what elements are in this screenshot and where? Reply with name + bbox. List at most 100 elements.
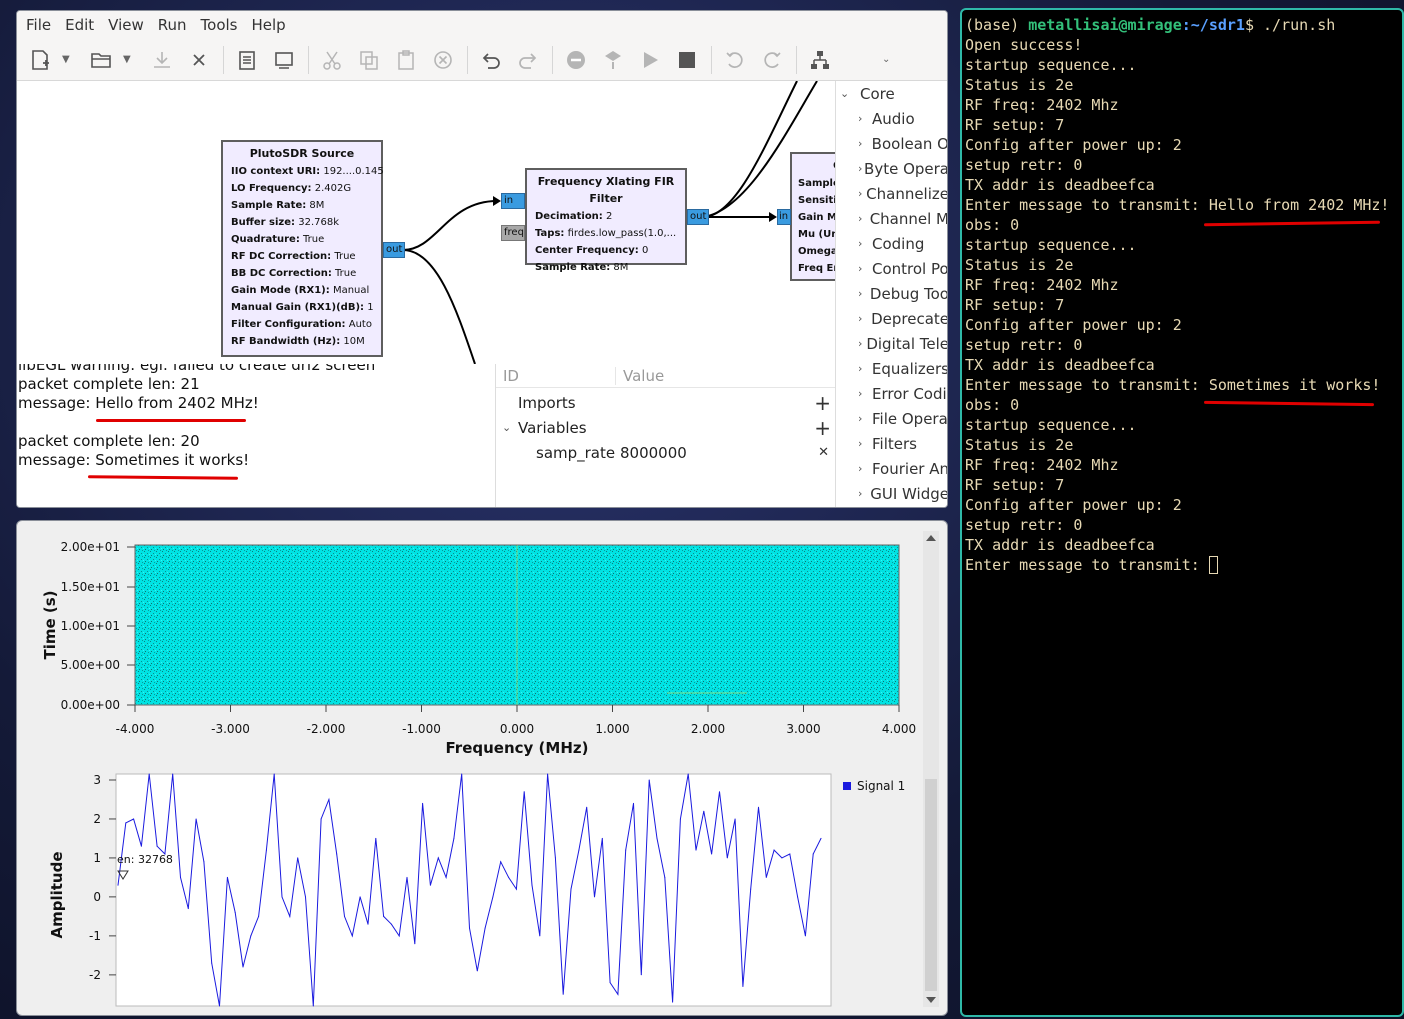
imports-row[interactable]: Imports + — [496, 390, 835, 415]
signal-1-point — [187, 908, 189, 910]
tree-item-category[interactable]: › Debug Too — [836, 281, 947, 306]
menu-tools[interactable]: Tools — [194, 16, 245, 34]
bypass-icon[interactable] — [598, 45, 628, 75]
terminal-cursor[interactable] — [1208, 556, 1218, 574]
terminal-line-text: Enter message to transmit: Hello from 24… — [965, 196, 1390, 214]
tree-item-category[interactable]: › Audio — [836, 106, 947, 131]
hierarchy-icon[interactable] — [805, 45, 835, 75]
run-icon[interactable] — [635, 45, 665, 75]
redo-icon[interactable] — [513, 45, 543, 75]
signal-1-point — [406, 876, 408, 878]
block-title: Frequency Xlating FIR Filter — [537, 175, 675, 205]
menu-file[interactable]: File — [19, 16, 58, 34]
console-line: message: Sometimes it works! — [18, 451, 250, 469]
plutosdr-source-block[interactable]: PlutoSDR Source IIO context URI: 192....… — [221, 140, 384, 357]
param-key: IIO context URI: — [231, 166, 321, 177]
terminal-line: Enter message to transmit: Sometimes it … — [965, 375, 1402, 395]
console-line: libEGL warning: egl: failed to create dr… — [18, 364, 376, 374]
time-plot-area[interactable] — [115, 773, 832, 1007]
chevron-down-icon[interactable]: ▼ — [123, 54, 137, 65]
tree-item-category[interactable]: › Filters — [836, 431, 947, 456]
open-folder-icon[interactable] — [86, 45, 116, 75]
add-icon[interactable]: + — [814, 391, 831, 415]
chevron-down-icon[interactable]: ⌄ — [882, 54, 896, 65]
menu-view[interactable]: View — [101, 16, 151, 34]
screen-icon[interactable] — [269, 45, 299, 75]
report-icon[interactable] — [232, 45, 262, 75]
signal-1-point — [328, 799, 330, 800]
signal-1-point — [758, 806, 759, 808]
remove-icon[interactable]: ✕ — [818, 445, 829, 460]
fir-freq-port[interactable]: freq — [501, 225, 525, 241]
menu-help[interactable]: Help — [245, 16, 293, 34]
menu-edit[interactable]: Edit — [58, 16, 101, 34]
signal-1-point — [812, 853, 814, 855]
gfsk-in-port[interactable]: in — [777, 209, 791, 225]
terminal-line: Enter message to transmit: — [965, 555, 1402, 575]
prompt-prefix: (base) — [965, 16, 1029, 34]
tree-item-category[interactable]: › Error Codi — [836, 381, 947, 406]
signal-1-point — [344, 915, 345, 917]
tree-item-category[interactable]: › Coding — [836, 231, 947, 256]
chevron-down-icon: ⌄ — [840, 87, 850, 100]
tree-item-category[interactable]: › Control Po — [836, 256, 947, 281]
signal-1-point — [554, 857, 556, 859]
terminal-line-text: RF setup: 7 — [965, 296, 1065, 314]
tree-item-category[interactable]: › Channel M — [836, 206, 947, 231]
flowgraph-canvas[interactable]: PlutoSDR Source IIO context URI: 192....… — [17, 81, 835, 364]
tree-item-category[interactable]: › Channelize — [836, 181, 947, 206]
freq-xlating-fir-block[interactable]: Frequency Xlating FIR Filter Decimation:… — [525, 168, 687, 273]
pluto-out-port[interactable]: out — [383, 242, 406, 258]
tree-item-category[interactable]: › File Opera — [836, 406, 947, 431]
block-param-row: Sample Rate: 8M — [231, 197, 373, 214]
signal-1-point — [734, 818, 736, 820]
param-key: Sample Rate: — [535, 262, 611, 273]
menu-run[interactable]: Run — [151, 16, 194, 34]
variables-row[interactable]: ⌄ Variables + — [496, 415, 835, 440]
tree-item-category[interactable]: › GUI Widge — [836, 481, 947, 506]
tree-item-label: Error Codi — [872, 384, 947, 403]
rotate-cw-icon[interactable] — [757, 45, 787, 75]
tree-item-category[interactable]: › Digital Tele — [836, 331, 947, 356]
terminal-line: Config after power up: 2 — [965, 315, 1402, 335]
terminal-line: Status is 2e — [965, 75, 1402, 95]
save-icon[interactable] — [147, 45, 177, 75]
y-tick-label: 1 — [93, 851, 101, 865]
cut-icon[interactable] — [317, 45, 347, 75]
terminal-window[interactable]: (base) metallisai@mirage:~/sdr1$ ./run.s… — [960, 8, 1404, 1017]
chevron-down-icon[interactable]: ▼ — [62, 54, 76, 65]
tree-item-category[interactable]: › Equalizers — [836, 356, 947, 381]
tree-item-category[interactable]: › Boolean O — [836, 131, 947, 156]
terminal-line: RF setup: 7 — [965, 115, 1402, 135]
scrollbar-thumb[interactable] — [925, 779, 937, 991]
param-value: 2 — [606, 211, 613, 222]
fir-in-port[interactable]: in — [501, 193, 525, 209]
new-file-icon[interactable] — [25, 45, 55, 75]
variable-samp-rate-row[interactable]: samp_rate 8000000 ✕ — [496, 440, 835, 465]
tree-item-category[interactable]: › Fourier An — [836, 456, 947, 481]
block-param-row: Center Frequency: 0 — [535, 242, 677, 259]
param-key: Gain Mu — [798, 212, 835, 223]
legend-label[interactable]: Signal 1 — [857, 779, 905, 793]
block-param-row: Manual Gain (RX1)(dB): 1 — [231, 299, 374, 316]
tree-item-category[interactable]: › Byte Opera — [836, 156, 947, 181]
signal-1-point — [289, 915, 291, 917]
stop-icon[interactable] — [672, 45, 702, 75]
close-icon[interactable] — [184, 45, 214, 75]
terminal-line-text: setup retr: 0 — [965, 156, 1083, 174]
tree-item-core[interactable]: ⌄ Core — [836, 81, 947, 106]
time-plot-y-ticks: 3 2 1 0 -1 -2 — [89, 773, 116, 982]
delete-icon[interactable] — [428, 45, 458, 75]
add-icon[interactable]: + — [814, 416, 831, 440]
copy-icon[interactable] — [354, 45, 384, 75]
fir-out-port[interactable]: out — [687, 209, 710, 225]
disable-block-icon[interactable] — [561, 45, 591, 75]
tree-item-category[interactable]: › Deprecate — [836, 306, 947, 331]
undo-icon[interactable] — [476, 45, 506, 75]
rotate-ccw-icon[interactable] — [720, 45, 750, 75]
paste-icon[interactable] — [391, 45, 421, 75]
param-value: Manual — [332, 285, 370, 296]
gfsk-demod-block[interactable]: G Sample Sensitiv Gain Mu Mu (Un Omega Freq E… — [790, 152, 835, 281]
param-key: RF Bandwidth (Hz): — [231, 336, 341, 347]
